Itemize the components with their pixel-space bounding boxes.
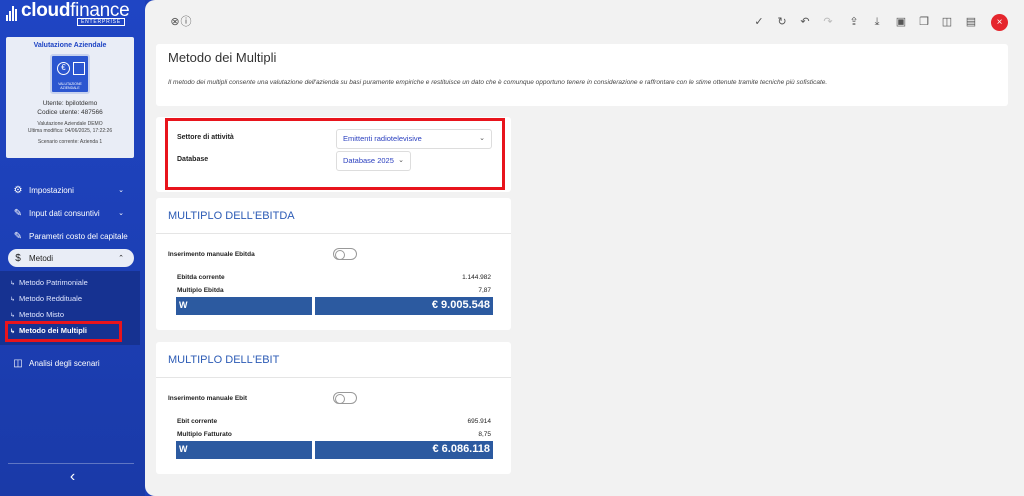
toolbar: ⊗ ⓘ ✓ ↻ ↶ ↷ ⇪ ⤓ ▣ ❐ ◫ ▤ × xyxy=(145,0,1024,44)
ebit-result-label: W xyxy=(179,444,188,454)
close-icon: × xyxy=(996,17,1003,28)
ebit-manual-toggle[interactable] xyxy=(333,392,357,404)
refresh-icon[interactable]: ↻ xyxy=(775,15,789,29)
sidebar-item-parametri[interactable]: ✎ Parametri costo del capitale xyxy=(8,227,134,245)
ebitda-result-label: W xyxy=(179,300,188,310)
ebitda-manual-toggle[interactable] xyxy=(333,248,357,260)
sidebar: cloudfinance ENTERPRISE Valutazione Azie… xyxy=(0,0,145,496)
columns-icon: ◫ xyxy=(13,357,23,369)
download-icon[interactable]: ⤓ xyxy=(870,15,884,29)
page-description: Il metodo dei multipli consente una valu… xyxy=(168,79,828,86)
sidebar-item-label: Metodi xyxy=(29,253,54,263)
highlight-box-settings xyxy=(165,118,505,190)
sidebar-item-input[interactable]: ✎ Input dati consuntivi ⌄ xyxy=(8,204,134,222)
result-separator xyxy=(312,441,315,459)
brand-tag: ENTERPRISE xyxy=(77,18,125,26)
logo-bars-icon xyxy=(6,6,18,21)
header-panel: Metodo dei Multipli Il metodo dei multip… xyxy=(156,44,1008,106)
undo-icon[interactable]: ↶ xyxy=(798,15,812,29)
check-icon[interactable]: ✓ xyxy=(752,15,766,29)
sidebar-item-label: Analisi degli scenari xyxy=(29,358,100,368)
close-button[interactable]: × xyxy=(991,14,1008,31)
user-name: Utente: bpilotdemo xyxy=(42,100,98,107)
brand-logo[interactable]: cloudfinance ENTERPRISE xyxy=(4,1,140,26)
subitem-arrow-icon: ↳ xyxy=(10,313,16,319)
ebit-multiple-label: Multiplo Fatturato xyxy=(177,431,232,438)
sidebar-item-label: Input dati consuntivi xyxy=(29,208,100,218)
sidebar-subitem-misto[interactable]: ↳ Metodo Misto xyxy=(10,309,64,321)
save-icon[interactable]: ▣ xyxy=(894,15,908,29)
ebit-result-value: € 6.086.118 xyxy=(432,443,490,455)
ebitda-current-label: Ebitda corrente xyxy=(177,274,225,281)
chevron-left-icon: ‹ xyxy=(69,468,76,485)
dollar-icon: $ xyxy=(15,252,21,264)
ebitda-panel: MULTIPLO DELL'EBITDA Inserimento manuale… xyxy=(156,198,511,330)
collapse-sidebar-button[interactable]: ‹ xyxy=(0,462,145,492)
ebitda-current-value: 1.144.982 xyxy=(462,274,491,281)
ebitda-manual-label: Inserimento manuale Ebitda xyxy=(168,251,255,258)
project-meta: Valutazione Aziendale DEMO Ultima modifi… xyxy=(27,121,113,134)
project-card: Valutazione Aziendale € VALUTAZIONE AZIE… xyxy=(6,37,134,158)
main-content: ⊗ ⓘ ✓ ↻ ↶ ↷ ⇪ ⤓ ▣ ❐ ◫ ▤ × Metodo dei Mul… xyxy=(145,0,1024,496)
ebit-current-value: 695.914 xyxy=(467,418,492,425)
ebit-title: MULTIPLO DELL'EBIT xyxy=(168,354,280,366)
redo-icon[interactable]: ↷ xyxy=(821,15,835,29)
sidebar-item-label: Parametri costo del capitale xyxy=(29,231,128,241)
ebit-manual-label: Inserimento manuale Ebit xyxy=(168,395,248,402)
chevron-down-icon: ⌄ xyxy=(118,187,124,194)
sidebar-item-label: Impostazioni xyxy=(29,185,74,195)
divider xyxy=(156,377,511,378)
notes-icon[interactable]: ▤ xyxy=(964,15,978,29)
ebitda-result-bar: W € 9.005.548 xyxy=(176,297,493,315)
highlight-box-sidebar xyxy=(5,321,122,342)
divider xyxy=(156,233,511,234)
ebit-result-bar: W € 6.086.118 xyxy=(176,441,493,459)
upload-icon[interactable]: ⇪ xyxy=(847,15,861,29)
sidebar-subitem-patrimoniale[interactable]: ↳ Metodo Patrimoniale xyxy=(10,277,88,289)
user-code: Codice utente: 487566 xyxy=(37,109,103,116)
ebitda-title: MULTIPLO DELL'EBITDA xyxy=(168,210,295,222)
columns-icon[interactable]: ◫ xyxy=(940,15,954,29)
sidebar-item-metodi[interactable]: $ Metodi ⌃ xyxy=(8,249,134,267)
ebitda-result-value: € 9.005.548 xyxy=(431,299,490,311)
sidebar-item-analisi[interactable]: ◫ Analisi degli scenari xyxy=(8,354,134,372)
copy-icon[interactable]: ❐ xyxy=(917,15,931,29)
chevron-down-icon: ⌄ xyxy=(118,210,124,217)
valuation-icon: € VALUTAZIONE AZIENDALE xyxy=(50,54,90,94)
sidebar-subitem-reddituale[interactable]: ↳ Metodo Reddituale xyxy=(10,293,82,305)
ebit-current-label: Ebit corrente xyxy=(177,418,218,425)
ebitda-multiple-label: Multiplo Ebitda xyxy=(177,287,224,294)
subitem-arrow-icon: ↳ xyxy=(10,297,16,303)
chevron-up-icon: ⌃ xyxy=(118,255,124,262)
edit-icon: ✎ xyxy=(13,207,23,219)
ebitda-multiple-value: 7,87 xyxy=(478,287,491,294)
gear-icon: ⚙ xyxy=(13,184,23,196)
page-title: Metodo dei Multipli xyxy=(168,50,277,65)
sidebar-item-impostazioni[interactable]: ⚙ Impostazioni ⌄ xyxy=(8,181,134,199)
ebit-panel: MULTIPLO DELL'EBIT Inserimento manuale E… xyxy=(156,342,511,474)
help-icon[interactable]: ⓘ xyxy=(179,15,193,29)
result-separator xyxy=(312,297,315,315)
subitem-arrow-icon: ↳ xyxy=(10,281,16,287)
valuation-icon-caption: VALUTAZIONE AZIENDALE xyxy=(58,82,82,90)
project-title: Valutazione Aziendale xyxy=(33,42,107,49)
current-scenario: Scenario corrente: Azienda 1 xyxy=(37,139,103,145)
ebit-multiple-value: 8,75 xyxy=(478,431,491,438)
edit-icon: ✎ xyxy=(13,230,23,242)
